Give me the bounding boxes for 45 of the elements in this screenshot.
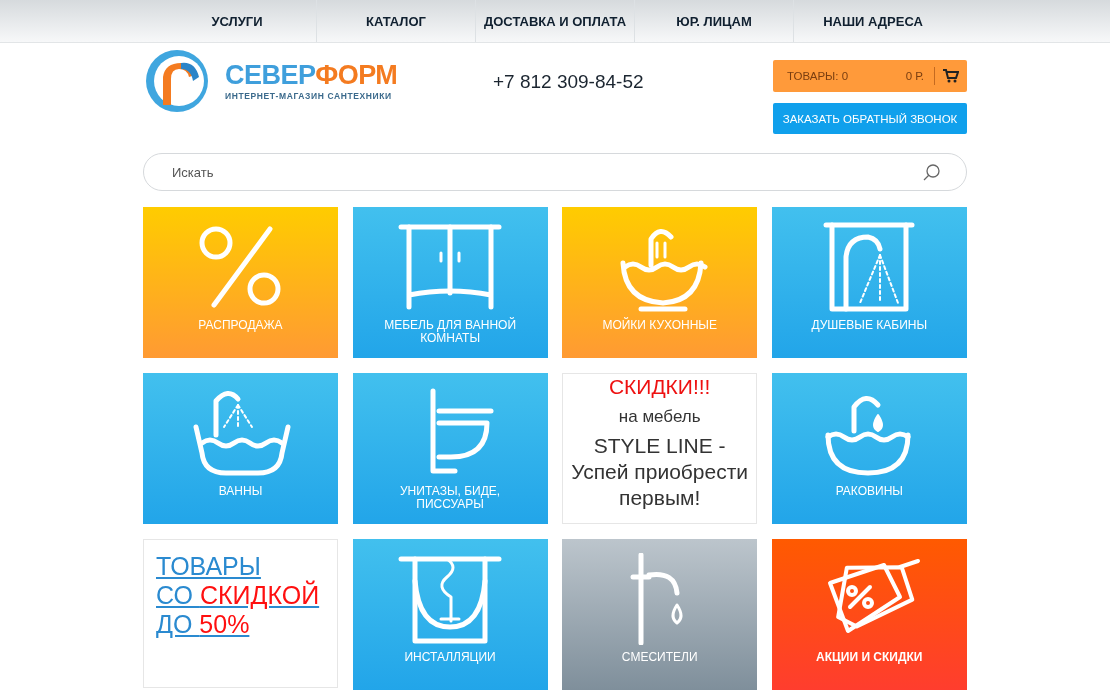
nav-link[interactable]: УСЛУГИ xyxy=(158,0,316,42)
category-tile[interactable]: МЕБЕЛЬ ДЛЯ ВАННОЙ КОМНАТЫ xyxy=(352,207,548,358)
banner-text: на мебель xyxy=(618,406,701,428)
cart-total: 0 Р. xyxy=(905,70,924,82)
category-label: ИНСТАЛЛЯЦИИ xyxy=(403,651,497,664)
category-tile[interactable]: МОЙКИ КУХОННЫЕ xyxy=(562,207,758,358)
logo-name: СЕВЕРФОРМ xyxy=(225,61,398,89)
category-label: МОЙКИ КУХОННЫЕ xyxy=(601,319,718,332)
category-label: РАСПРОДАЖА xyxy=(197,319,284,332)
nav-link[interactable]: НАШИ АДРЕСА xyxy=(793,0,952,42)
category-label: АКЦИИ И СКИДКИ xyxy=(815,651,924,664)
logo-tagline: ИНТЕРНЕТ-МАГАЗИН САНТЕХНИКИ xyxy=(225,90,393,101)
category-label: СМЕСИТЕЛИ xyxy=(620,651,699,664)
cart-count: ТОВАРЫ: 0 xyxy=(787,70,850,82)
nav-link[interactable]: КАТАЛОГ xyxy=(316,0,475,42)
promo-link[interactable]: ТОВАРЫ xyxy=(156,552,261,581)
search-icon[interactable] xyxy=(923,163,941,181)
banner-text: Успей приобрести xyxy=(571,459,749,485)
promo-link[interactable]: СО СКИДКОЙ xyxy=(156,581,320,610)
banner-text: STYLE LINE - xyxy=(593,433,726,459)
banner-text: первым! xyxy=(619,485,701,511)
category-tile[interactable]: ДУШЕВЫЕ КАБИНЫ xyxy=(771,207,967,358)
category-tile[interactable]: ИНСТАЛЛЯЦИИ xyxy=(352,539,548,690)
category-tile[interactable]: РАКОВИНЫ xyxy=(771,373,967,524)
callback-button[interactable]: ЗАКАЗАТЬ ОБРАТНЫЙ ЗВОНОК xyxy=(773,103,967,134)
promo-banner[interactable]: СКИДКИ!!! на мебель STYLE LINE - Успей приобрести первым! xyxy=(562,373,758,524)
category-label: МЕБЕЛЬ ДЛЯ ВАННОЙ КОМНАТЫ xyxy=(383,319,518,345)
cart-button[interactable]: ТОВАРЫ: 0 0 Р. xyxy=(773,60,967,92)
category-label: РАКОВИНЫ xyxy=(834,485,904,498)
nav-link[interactable]: ДОСТАВКА И ОПЛАТА xyxy=(475,0,634,42)
promo-link[interactable]: ДО 50% xyxy=(156,610,250,639)
category-tile[interactable]: УНИТАЗЫ, БИДЕ, ПИССУАРЫ xyxy=(352,373,548,524)
category-tile[interactable]: ВАННЫ xyxy=(143,373,338,524)
category-label: УНИТАЗЫ, БИДЕ, ПИССУАРЫ xyxy=(399,485,502,511)
search-field[interactable]: Искать xyxy=(143,153,967,191)
banner-text: СКИДКИ!!! xyxy=(608,374,711,400)
category-tile[interactable]: АКЦИИ И СКИДКИ xyxy=(771,539,967,690)
category-tile[interactable]: РАСПРОДАЖА xyxy=(143,207,338,358)
faucet-logo xyxy=(143,47,211,115)
phone-number: +7 812 309-84-52 xyxy=(493,71,645,93)
category-tile[interactable]: СМЕСИТЕЛИ xyxy=(562,539,758,690)
category-label: ДУШЕВЫЕ КАБИНЫ xyxy=(810,319,929,332)
category-label: ВАННЫ xyxy=(217,485,264,498)
nav-link[interactable]: ЮР. ЛИЦАМ xyxy=(634,0,793,42)
cart-icon xyxy=(943,69,959,83)
